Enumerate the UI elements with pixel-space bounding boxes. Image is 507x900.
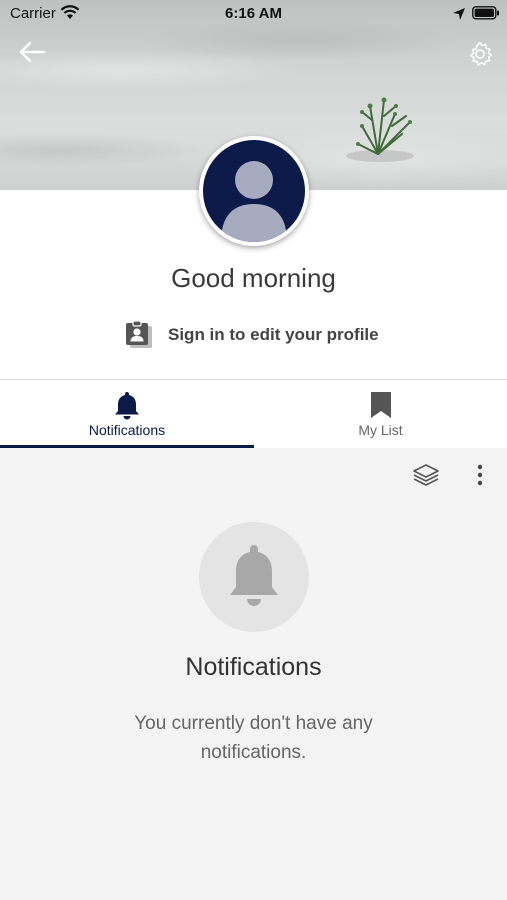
clock-label: 6:16 AM [225, 5, 282, 22]
tab-bar: Notifications My List [0, 380, 507, 448]
gear-icon[interactable] [467, 41, 493, 67]
arrow-left-icon[interactable] [18, 40, 46, 64]
person-icon [221, 161, 287, 242]
status-bar: Carrier 6:16 AM [0, 0, 507, 28]
location-arrow-icon [453, 8, 465, 20]
tab-notifications[interactable]: Notifications [0, 380, 254, 448]
layers-icon[interactable] [412, 462, 440, 488]
empty-state-message: You currently don't have any notificatio… [134, 713, 373, 763]
plant-image [346, 97, 414, 162]
empty-state-title: Notifications [185, 653, 322, 681]
tab-notifications-label: Notifications [88, 422, 166, 438]
tab-selected-indicator [0, 445, 254, 448]
tab-my-list[interactable]: My List [254, 380, 507, 448]
bell-icon [230, 545, 278, 606]
tab-my-list-label: My List [358, 422, 403, 438]
greeting-text: Good morning [171, 263, 336, 293]
more-vertical-icon[interactable] [470, 462, 490, 488]
id-badge-icon [126, 320, 152, 348]
empty-state-illustration [199, 522, 309, 632]
sign-in-label: Sign in to edit your profile [168, 325, 379, 344]
sign-in-link[interactable]: Sign in to edit your profile [124, 319, 379, 351]
battery-icon [472, 6, 499, 20]
avatar[interactable] [199, 136, 309, 246]
bookmark-icon [370, 392, 391, 418]
avatar-placeholder [203, 140, 305, 242]
bell-icon [115, 392, 139, 420]
